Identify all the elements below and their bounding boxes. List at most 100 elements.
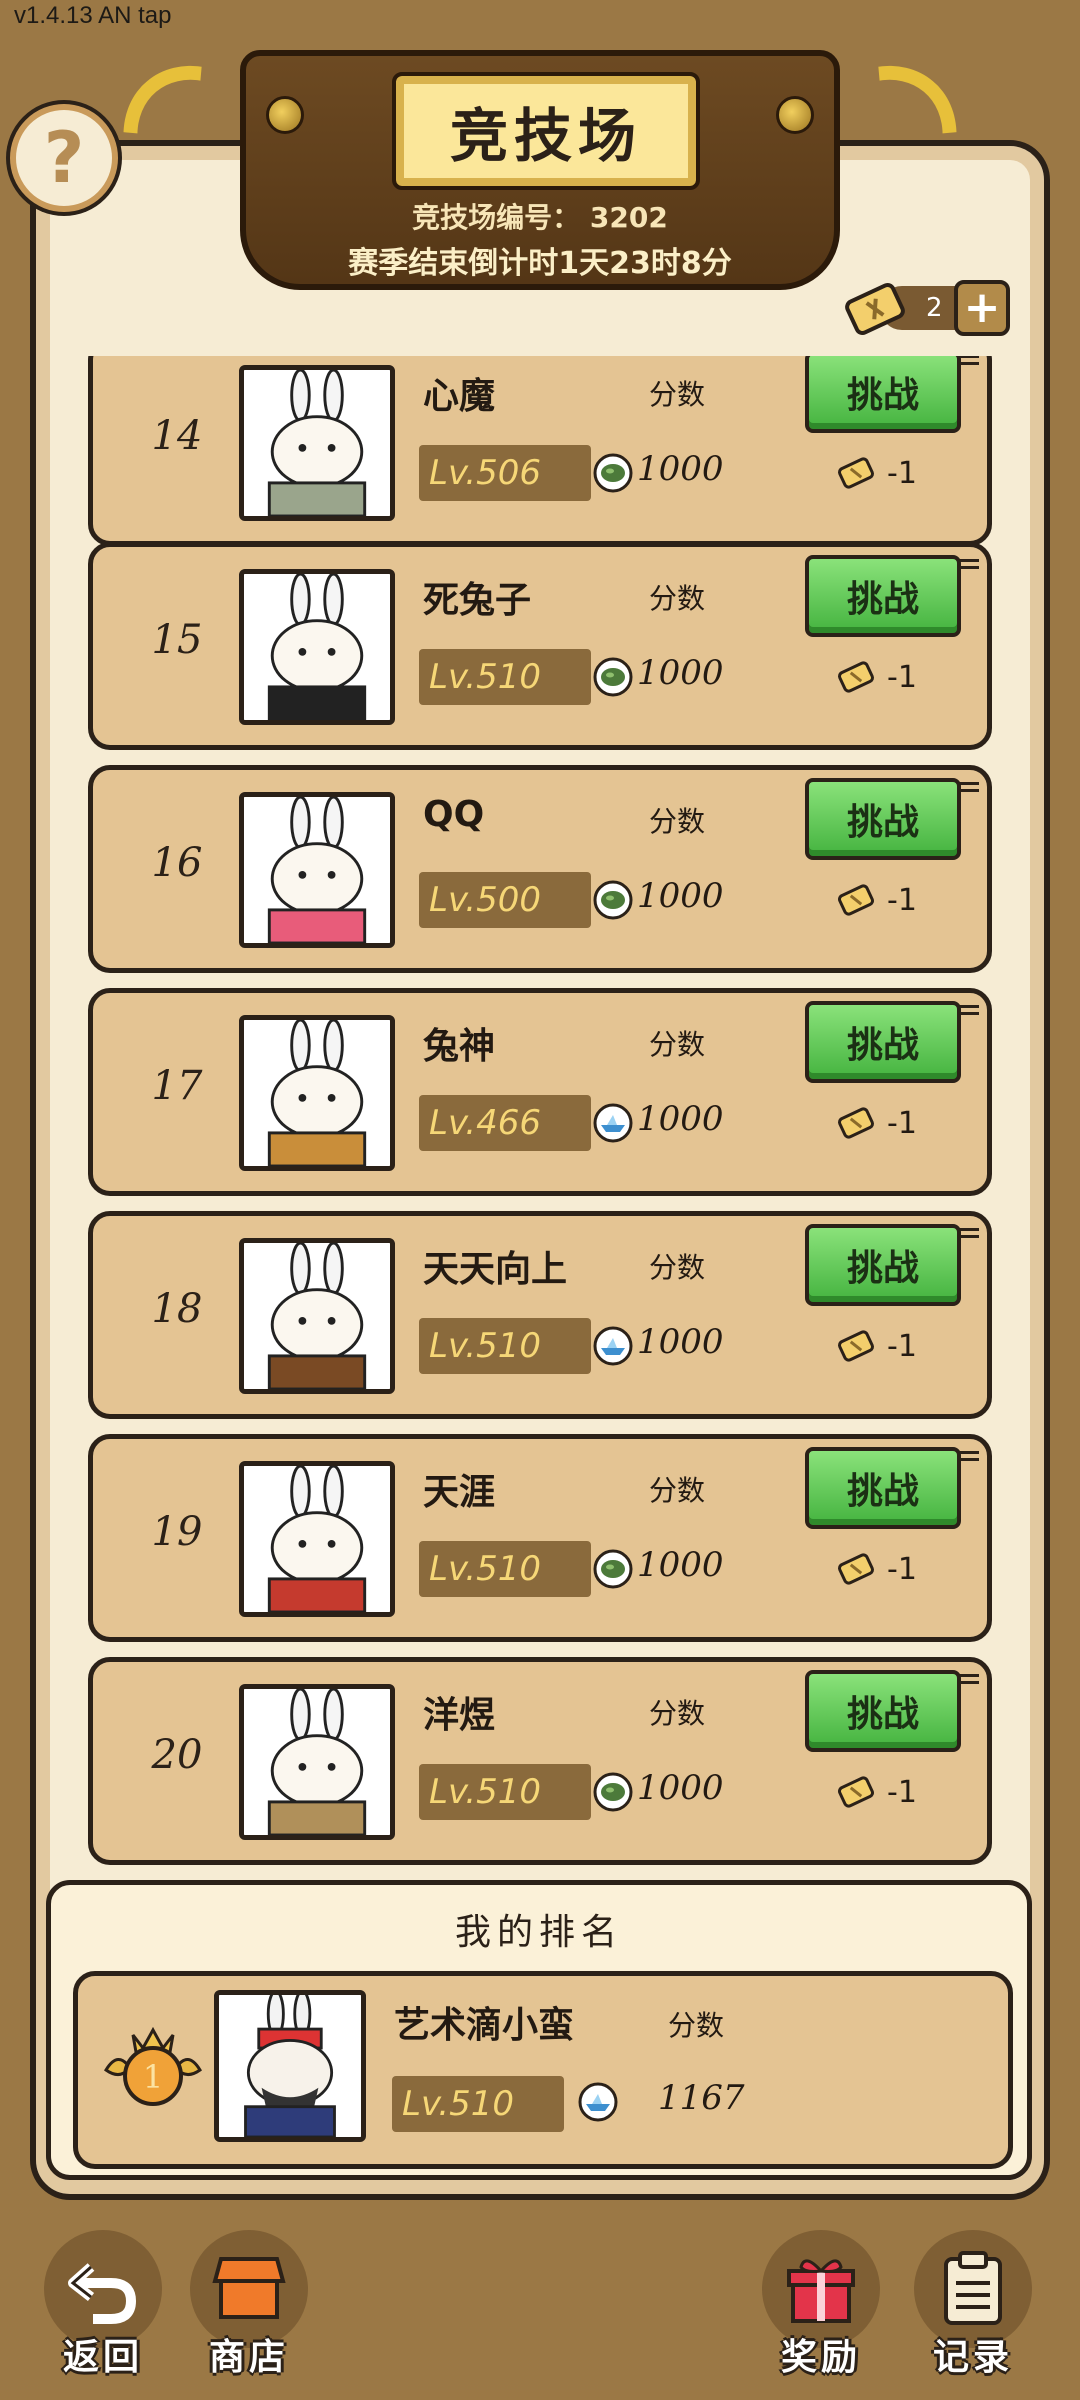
- season-countdown: 赛季结束倒计时1天23时8分: [348, 246, 732, 281]
- ticket-icon: [845, 283, 905, 335]
- rank-number: 20: [151, 1732, 203, 1778]
- pickle-rank-icon: [593, 453, 633, 493]
- boat-rank-icon: [593, 1326, 633, 1366]
- ticket-cost: -1: [837, 1549, 917, 1589]
- opponent-name: 洋煜: [423, 1695, 496, 1736]
- records-button[interactable]: 记录: [914, 2230, 1032, 2380]
- add-tickets-button[interactable]: +: [954, 280, 1010, 336]
- ticket-cost-value: -1: [887, 1551, 917, 1587]
- ticket-cost-value: -1: [887, 882, 917, 918]
- ticket-cost-value: -1: [887, 1328, 917, 1364]
- pickle-rank-icon: [593, 880, 633, 920]
- opponent-score: 1000: [637, 1545, 724, 1585]
- level-badge: Lv.510: [392, 2076, 564, 2132]
- player-score: 1167: [658, 2078, 745, 2118]
- player-name: 艺术滴小蛮: [394, 2005, 575, 2046]
- challenge-button[interactable]: 挑战: [805, 778, 961, 860]
- opponent-row: 18 天天向上 分数 Lv.510 1000 挑战 -1: [88, 1211, 992, 1419]
- score-label: 分数: [649, 378, 706, 411]
- avatar: [214, 1990, 366, 2142]
- opponent-score: 1000: [637, 1099, 724, 1139]
- challenge-button[interactable]: 挑战: [805, 1001, 961, 1083]
- gift-icon: [787, 2259, 855, 2323]
- ticket-cost: -1: [837, 657, 917, 697]
- back-button[interactable]: 返回: [44, 2230, 162, 2380]
- help-button[interactable]: ?: [10, 104, 118, 212]
- opponent-row: 19 天涯 分数 Lv.510 1000 挑战 -1: [88, 1434, 992, 1642]
- avatar[interactable]: [239, 1015, 395, 1171]
- challenge-button[interactable]: 挑战: [805, 1670, 961, 1752]
- rewards-button[interactable]: 奖励: [762, 2230, 880, 2380]
- level-badge: Lv.500: [419, 872, 591, 928]
- clipboard-icon: [944, 2251, 1002, 2325]
- ticket-cost: -1: [837, 880, 917, 920]
- boat-rank-icon: [578, 2082, 618, 2122]
- ticket-icon: [837, 1553, 875, 1585]
- ticket-cost: -1: [837, 453, 917, 493]
- level-badge: Lv.510: [419, 1541, 591, 1597]
- opponent-name: 心魔: [423, 376, 496, 417]
- level-badge: Lv.510: [419, 649, 591, 705]
- pickle-rank-icon: [593, 1549, 633, 1589]
- bolt-icon: [266, 96, 304, 134]
- opponent-row: 16 QQ 分数 Lv.500 1000 挑战 -1: [88, 765, 992, 973]
- ticket-cost: -1: [837, 1772, 917, 1812]
- opponent-score: 1000: [637, 876, 724, 916]
- avatar[interactable]: [239, 1238, 395, 1394]
- ticket-cost-value: -1: [887, 455, 917, 491]
- ticket-counter: 2 +: [840, 274, 1010, 338]
- rank-number: 18: [151, 1286, 203, 1332]
- opponent-score: 1000: [637, 1768, 724, 1808]
- score-label: 分数: [668, 2009, 725, 2042]
- pickle-rank-icon: [593, 1772, 633, 1812]
- avatar[interactable]: [239, 1684, 395, 1840]
- rank-number: 16: [151, 840, 203, 886]
- score-label: 分数: [649, 1028, 706, 1061]
- avatar[interactable]: [239, 792, 395, 948]
- rewards-label: 奖励: [780, 2337, 861, 2378]
- boat-rank-icon: [593, 1103, 633, 1143]
- score-label: 分数: [649, 805, 706, 838]
- shop-label: 商店: [208, 2337, 289, 2378]
- ticket-icon: [837, 884, 875, 916]
- pickle-rank-icon: [593, 657, 633, 697]
- bolt-icon: [776, 96, 814, 134]
- avatar[interactable]: [239, 365, 395, 521]
- opponent-score: 1000: [637, 1322, 724, 1362]
- challenge-button[interactable]: 挑战: [805, 1224, 961, 1306]
- avatar[interactable]: [239, 1461, 395, 1617]
- records-label: 记录: [932, 2337, 1013, 2378]
- version-label: v1.4.13 AN tap: [14, 2, 172, 29]
- ticket-icon: [837, 1776, 875, 1808]
- ticket-cost-value: -1: [887, 659, 917, 695]
- shop-icon: [212, 2257, 286, 2319]
- challenge-button[interactable]: 挑战: [805, 555, 961, 637]
- rank-number: 19: [151, 1509, 203, 1555]
- opponent-row: 14 心魔 分数 Lv.506 1000 挑战 -1: [88, 356, 992, 546]
- medal-number: 1: [143, 2058, 163, 2096]
- opponent-score: 1000: [637, 449, 724, 489]
- ticket-cost-value: -1: [887, 1105, 917, 1141]
- score-label: 分数: [649, 582, 706, 615]
- challenge-button[interactable]: 挑战: [805, 1447, 961, 1529]
- opponent-row: 20 洋煜 分数 Lv.510 1000 挑战 -1: [88, 1657, 992, 1865]
- avatar[interactable]: [239, 569, 395, 725]
- rank-number: 14: [151, 413, 203, 459]
- ticket-icon: [837, 1107, 875, 1139]
- level-badge: Lv.506: [419, 445, 591, 501]
- opponent-score: 1000: [637, 653, 724, 693]
- opponent-name: QQ: [423, 794, 485, 835]
- rank-number: 15: [151, 617, 203, 663]
- opponent-list[interactable]: 14 心魔 分数 Lv.506 1000 挑战 -1 15 死兔子 分数 Lv.510 1000 挑战 -…: [88, 356, 996, 1866]
- ticket-icon: [837, 1330, 875, 1362]
- shop-button[interactable]: 商店: [190, 2230, 308, 2380]
- header-plaque: 竞技场 竞技场编号： 3202 赛季结束倒计时1天23时8分: [240, 50, 840, 290]
- my-rank-title: 我的排名: [454, 1912, 623, 1953]
- ticket-cost: -1: [837, 1326, 917, 1366]
- ticket-cost: -1: [837, 1103, 917, 1143]
- opponent-name: 天涯: [423, 1472, 496, 1513]
- opponent-row: 15 死兔子 分数 Lv.510 1000 挑战 -1: [88, 542, 992, 750]
- gold-medal-icon: 1: [104, 2026, 202, 2106]
- challenge-button[interactable]: 挑战: [805, 356, 961, 433]
- ticket-cost-value: -1: [887, 1774, 917, 1810]
